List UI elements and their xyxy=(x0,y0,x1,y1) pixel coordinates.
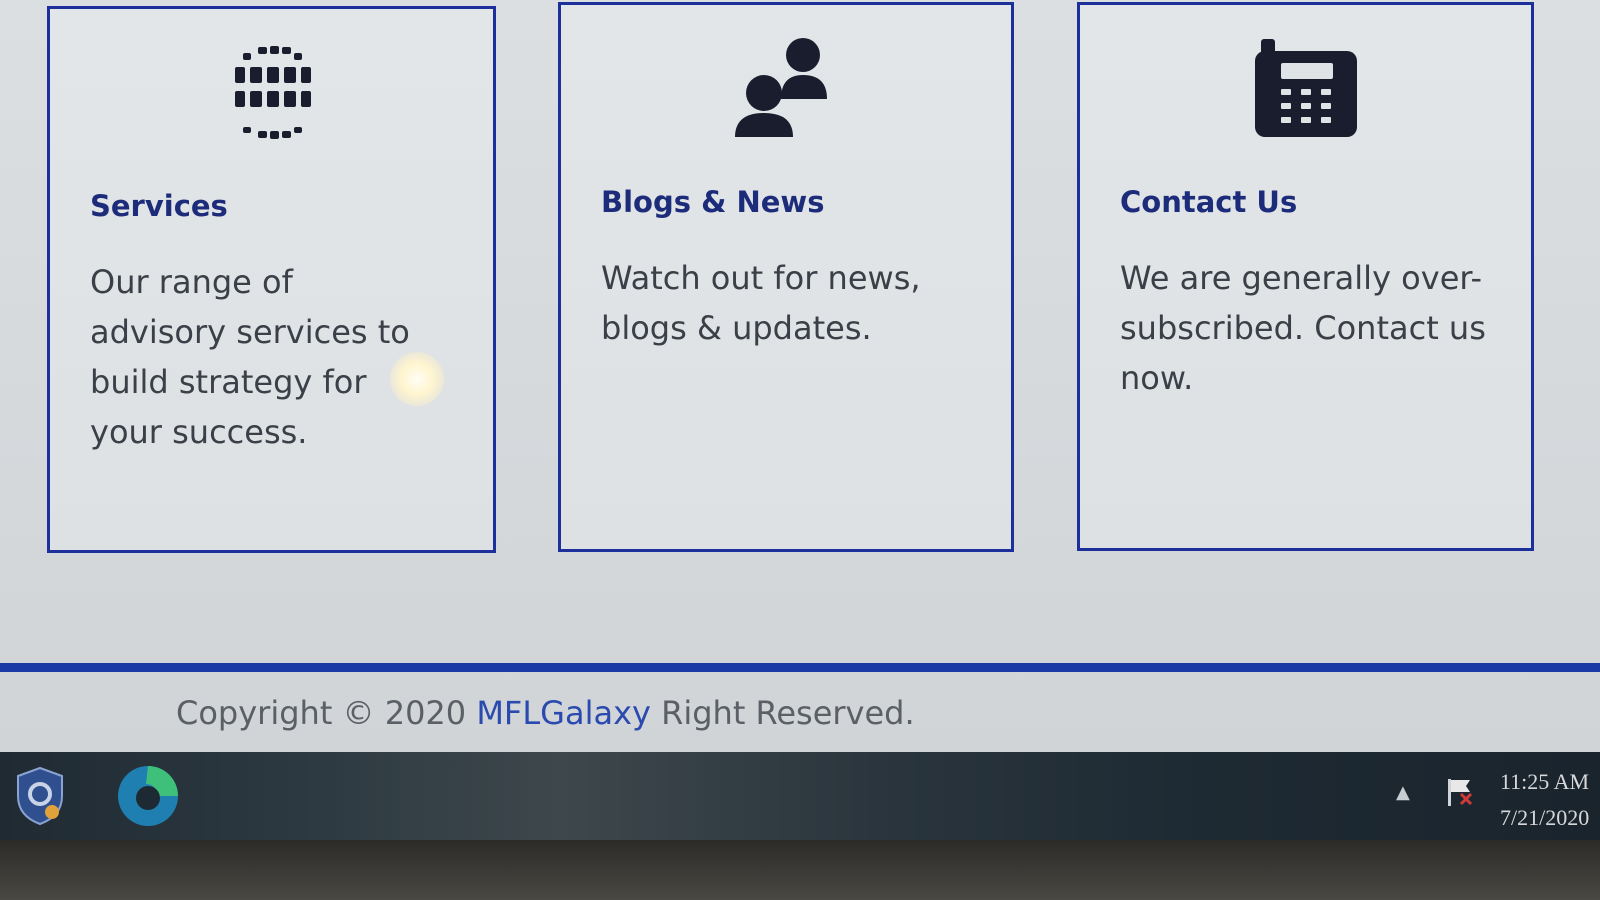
globe-icon xyxy=(217,39,327,149)
contact-us-title[interactable]: Contact Us xyxy=(1120,185,1297,219)
services-card[interactable]: Services Our range of advisory services … xyxy=(47,6,496,553)
web-page: Services Our range of advisory services … xyxy=(0,0,1600,840)
edge-icon[interactable] xyxy=(114,762,182,830)
copyright-text: Copyright © 2020 MFLGalaxy Right Reserve… xyxy=(176,694,915,732)
footer-divider xyxy=(0,663,1600,672)
shield-icon[interactable] xyxy=(12,764,68,828)
services-description: Our range of advisory services to build … xyxy=(90,263,410,451)
action-center-flag-icon[interactable] xyxy=(1444,776,1476,808)
contact-us-card[interactable]: Contact Us We are generally over-subscri… xyxy=(1077,2,1534,551)
taskbar: ▲ 11:25 AM 7/21/2020 xyxy=(0,752,1600,840)
show-hidden-icons-icon[interactable]: ▲ xyxy=(1396,782,1410,803)
blogs-news-description: Watch out for news, blogs & updates. xyxy=(601,259,921,347)
users-icon xyxy=(731,35,841,145)
copyright-suffix: Right Reserved. xyxy=(650,694,915,732)
phone-icon xyxy=(1251,35,1361,145)
system-clock[interactable]: 11:25 AM 7/21/2020 xyxy=(1500,764,1589,836)
contact-us-description: We are generally over-subscribed. Contac… xyxy=(1120,259,1486,397)
clock-time: 11:25 AM xyxy=(1500,769,1590,794)
blogs-news-title[interactable]: Blogs & News xyxy=(601,185,824,219)
blogs-news-card[interactable]: Blogs & News Watch out for news, blogs &… xyxy=(558,2,1014,552)
monitor-bezel xyxy=(0,840,1600,900)
clock-date: 7/21/2020 xyxy=(1500,805,1590,830)
services-title[interactable]: Services xyxy=(90,189,228,223)
copyright-prefix: Copyright © 2020 xyxy=(176,694,477,732)
brand-link[interactable]: MFLGalaxy xyxy=(476,694,651,732)
screen-glare xyxy=(390,352,444,406)
